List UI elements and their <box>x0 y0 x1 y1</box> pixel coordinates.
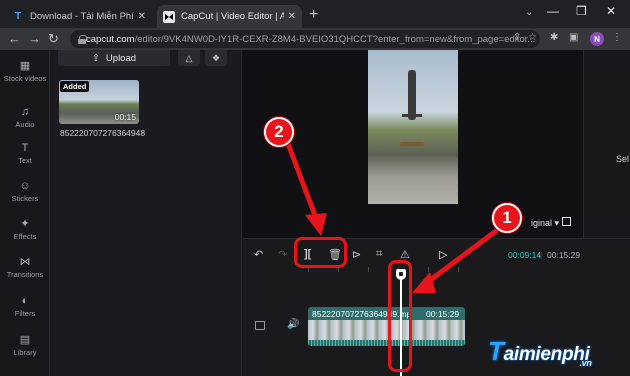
watermark-text: aimienphi <box>503 344 590 365</box>
arrow-1 <box>412 228 499 293</box>
screenshot: T Download - Tải Miễn Phí VN - Pl ✕ CapC… <box>0 0 630 376</box>
watermark-suffix: .vn <box>579 358 592 368</box>
arrow-2 <box>284 138 327 236</box>
callout-arrows <box>284 138 499 293</box>
callout-badge-1: 1 <box>492 203 522 233</box>
watermark-initial: T <box>488 336 504 366</box>
watermark-logo: Taimienphi .vn <box>488 336 592 368</box>
callout-badge-2: 2 <box>264 117 294 147</box>
